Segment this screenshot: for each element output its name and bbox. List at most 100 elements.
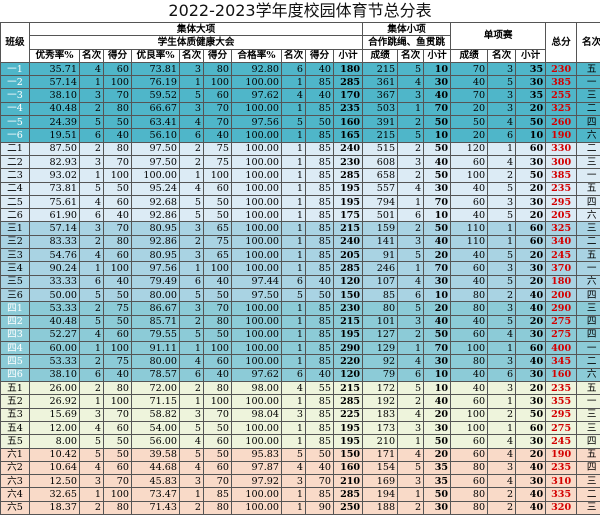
total-cell: 310 [545,474,578,489]
class-cell: 六1 [0,447,30,462]
table-cell: 3 [79,154,104,170]
table-cell: 80 [450,301,489,316]
table-cell: 39.58 [131,447,180,462]
table-cell: 57.14 [29,75,80,90]
class-cell: 二2 [0,154,30,170]
table-cell: 172 [362,381,399,396]
table-cell: 3 [79,407,104,422]
table-cell: 80.00 [131,287,180,303]
total-cell: 230 [545,61,578,77]
table-cell: 75 [103,354,132,369]
table-cell: 195 [332,327,364,343]
table-cell: 120 [450,141,489,156]
total-cell: 260 [545,115,578,130]
table-cell: 1 [487,341,517,356]
table-cell: 3 [397,314,425,329]
table-cell: 285 [332,394,364,409]
table-cell: 3 [179,61,204,77]
table-cell: 87.50 [29,141,80,156]
table-cell: 3 [79,474,104,489]
table-cell: 63.41 [131,115,180,130]
table-cell: 83.33 [29,234,80,250]
table-cell: 35 [423,474,452,489]
table-cell: 1 [281,154,306,170]
table-cell: 79 [362,367,399,383]
table-cell: 73.81 [131,61,180,77]
table-cell: 50 [515,407,547,422]
class-cell: 五3 [0,407,30,422]
table-cell: 141 [362,234,399,250]
table-cell: 40 [423,314,452,329]
rank-cell: 六 [576,274,600,289]
table-cell: 285 [332,487,364,502]
total-cell: 385 [545,168,578,183]
table-cell: 50 [103,287,132,303]
class-cell: 五2 [0,394,30,409]
table-cell: 5 [397,248,425,263]
table-cell: 5 [487,314,517,329]
table-cell: 10 [423,128,452,143]
table-cell: 19.51 [29,128,80,143]
table-cell: 1 [397,101,425,117]
table-cell: 91 [362,248,399,263]
table-cell: 70 [103,407,132,422]
table-cell: 50 [203,420,232,436]
table-cell: 79.55 [131,327,180,343]
table-cell: 50 [103,181,132,196]
table-cell: 75 [203,154,232,170]
table-row: 一2 57.14 1 100 76.19 1 100 100.00 1 85 285 361 4 30 40… [0,75,600,90]
table-cell: 3 [79,88,104,103]
table-cell: 100.00 [231,221,282,236]
table-cell: 100 [203,341,232,356]
table-row: 六4 32.65 1 100 73.47 1 85 100.00 1 85 285 194 1 50 80 2… [0,487,600,502]
table-cell: 1 [281,168,306,183]
table-cell: 557 [362,181,399,196]
table-cell: 215 [362,61,399,77]
table-row: 四6 38.10 6 40 78.57 6 40 97.62 6 40 120 79 6 10 40 6 30 1… [0,367,600,383]
table-cell: 32.65 [29,487,80,502]
header-group-single: 单项赛 [450,22,547,50]
table-row: 六1 10.42 5 50 39.58 5 50 95.83 5 50 150 171 4 20 60 4 20… [0,447,600,462]
table-cell: 40 [450,75,489,90]
table-cell: 4 [487,154,517,170]
table-cell: 70 [203,301,232,316]
table-cell: 1 [281,261,306,276]
table-cell: 40 [515,487,547,502]
table-cell: 50 [203,447,232,462]
table-cell: 5 [487,208,517,223]
table-cell: 95.83 [231,447,282,462]
table-cell: 1 [179,261,204,276]
class-cell: 三4 [0,261,30,276]
header-rope: 合作跳绳、鱼贯跳 [362,35,452,50]
total-cell: 205 [545,208,578,223]
header-col-1: 名次 [79,48,104,63]
table-cell: 35 [515,61,547,77]
rank-cell: 六 [576,367,600,383]
table-cell: 70 [103,154,132,170]
table-cell: 90 [305,500,334,515]
table-cell: 1 [179,341,204,356]
table-cell: 608 [362,154,399,170]
class-cell: 一6 [0,128,30,143]
table-cell: 150 [332,447,364,462]
table-cell: 10 [423,208,452,223]
table-cell: 40 [203,274,232,289]
table-cell: 129 [362,341,399,356]
table-cell: 82.93 [29,154,80,170]
table-cell: 1 [281,128,306,143]
table-cell: 59.52 [131,88,180,103]
table-cell: 50 [423,487,452,502]
table-cell: 60 [515,234,547,250]
table-cell: 170 [332,88,364,103]
table-cell: 60 [450,474,489,489]
table-cell: 171 [362,447,399,462]
table-cell: 192 [362,394,399,409]
table-cell: 30 [423,274,452,289]
table-cell: 50 [515,168,547,183]
table-cell: 4 [281,88,306,103]
table-cell: 4 [487,327,517,343]
table-cell: 38.10 [29,367,80,383]
table-cell: 97.62 [231,367,282,383]
sheet-title: 2022-2023学年度校园体育节总分表 [168,1,432,20]
table-cell: 100.00 [231,301,282,316]
